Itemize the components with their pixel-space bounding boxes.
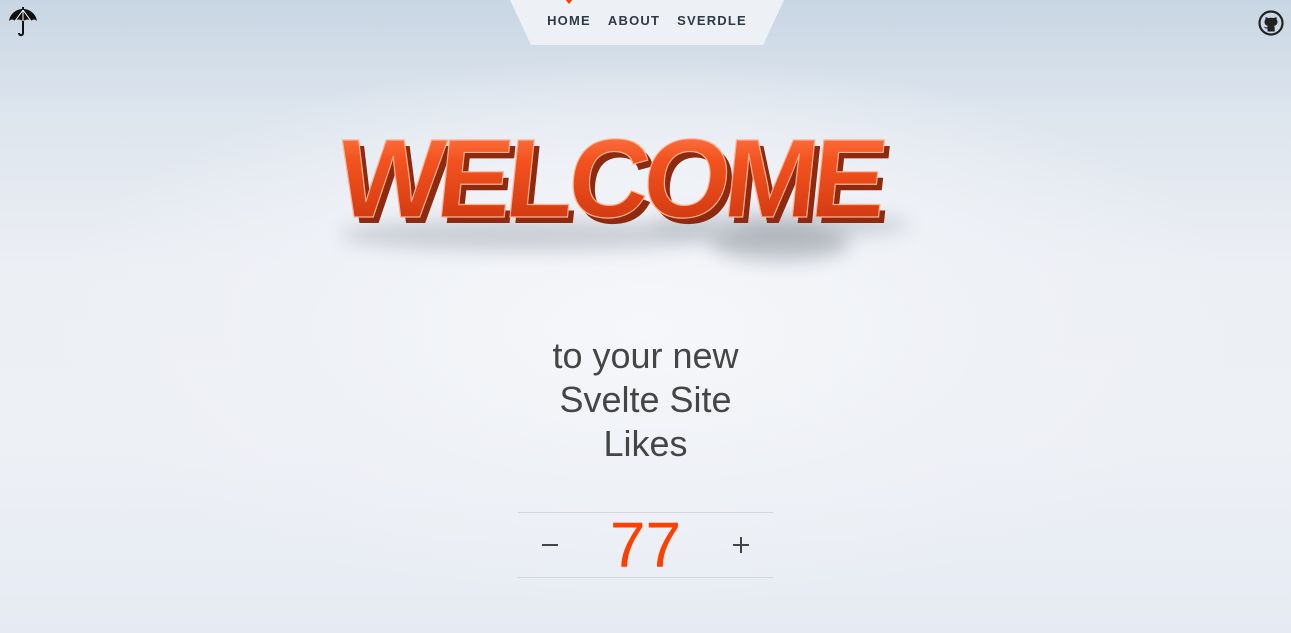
- github-link[interactable]: [1257, 9, 1284, 36]
- welcome-hero-graphic: WELCOME WELCOME: [331, 115, 910, 261]
- umbrella-logo-link[interactable]: [6, 5, 40, 39]
- nav-link-about[interactable]: ABOUT: [608, 13, 660, 28]
- nav-list: HOME ABOUT SVERDLE: [510, 0, 784, 45]
- decrement-button[interactable]: [518, 513, 582, 577]
- counter-value: 77: [609, 509, 682, 581]
- subtitle-line-3: Likes: [603, 423, 688, 464]
- active-page-indicator: [565, 0, 573, 4]
- minus-icon: [542, 544, 558, 546]
- nav-item-sverdle: SVERDLE: [677, 12, 747, 30]
- nav-link-home[interactable]: HOME: [547, 13, 591, 28]
- github-icon: [1257, 9, 1284, 36]
- increment-button[interactable]: [709, 513, 773, 577]
- subtitle-line-2: Svelte Site: [559, 379, 732, 420]
- welcome-hero-image: WELCOME WELCOME: [330, 85, 960, 280]
- umbrella-icon: [9, 7, 37, 37]
- nav-item-home: HOME: [547, 12, 591, 30]
- welcome-text: WELCOME: [332, 115, 890, 241]
- likes-counter: 77: [518, 512, 773, 578]
- nav-item-about: ABOUT: [608, 12, 660, 30]
- plus-icon: [733, 537, 749, 553]
- main-nav: HOME ABOUT SVERDLE: [510, 0, 784, 45]
- nav-link-sverdle[interactable]: SVERDLE: [677, 13, 747, 28]
- subtitle-line-1: to your new: [552, 335, 739, 376]
